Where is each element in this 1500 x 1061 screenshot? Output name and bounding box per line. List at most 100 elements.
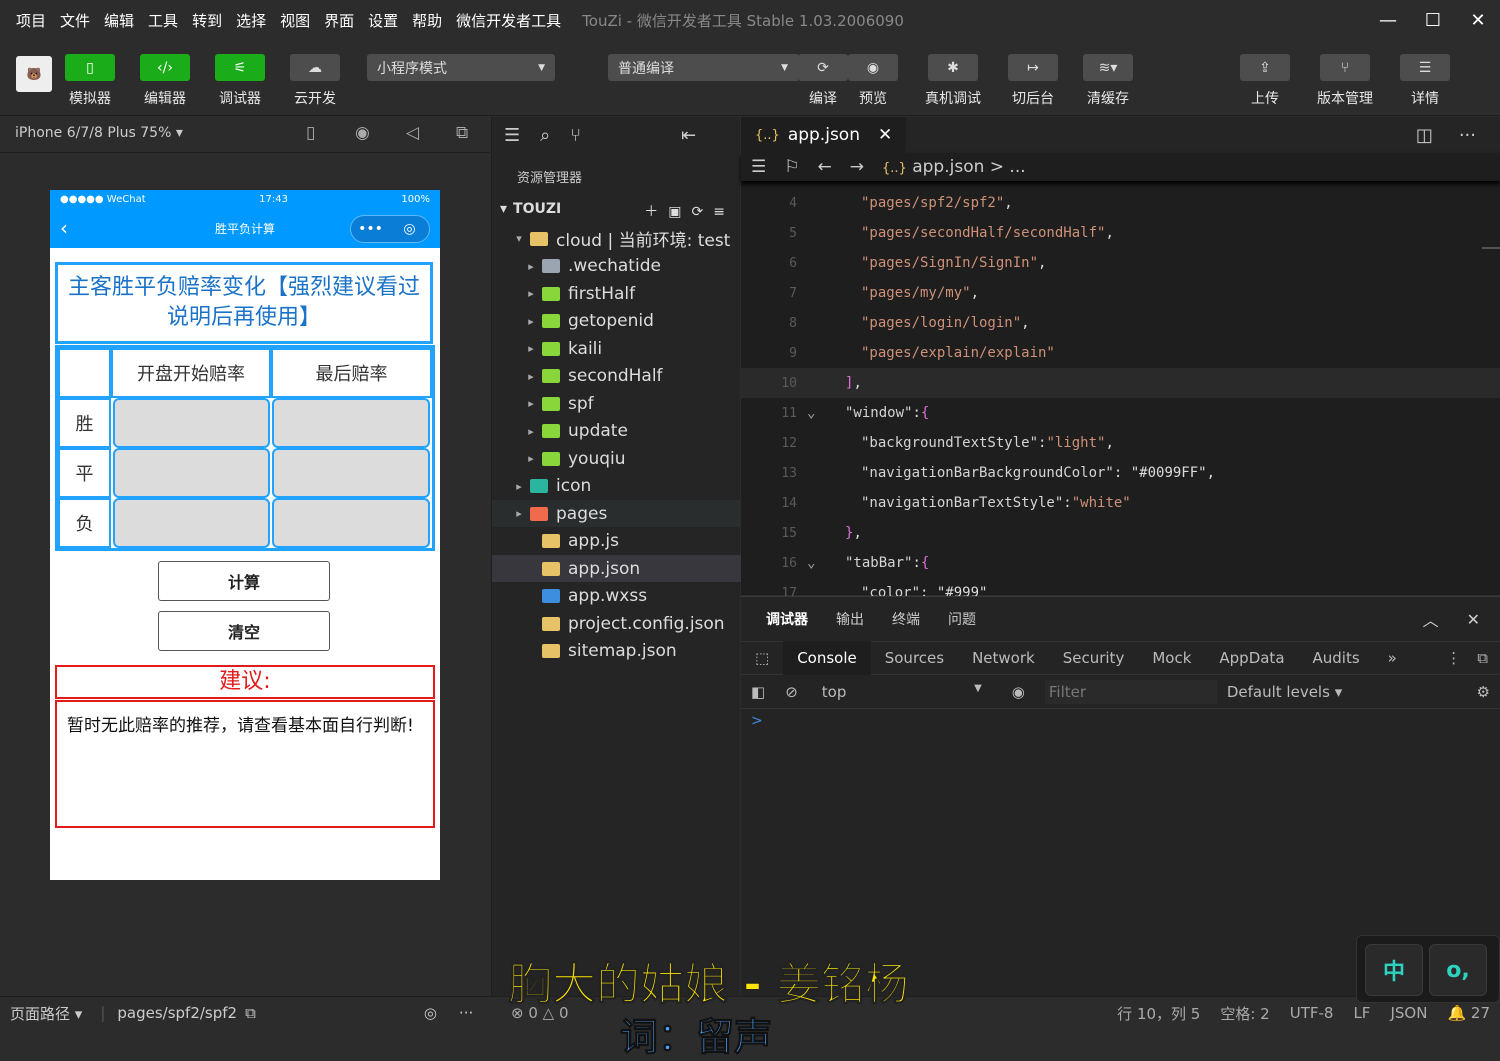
menu-edit[interactable]: 编辑	[97, 10, 141, 31]
indentation[interactable]: 空格: 2	[1220, 1003, 1269, 1024]
tree-item[interactable]: app.js	[492, 528, 741, 555]
list-icon[interactable]: ☰	[504, 125, 520, 146]
explorer-actions[interactable]: ＋▣⟳≡	[644, 201, 735, 221]
back-arrow-icon[interactable]: ‹	[60, 216, 68, 240]
tree-item[interactable]: ▸ secondHalf	[492, 363, 741, 390]
tab-sources[interactable]: Sources	[871, 641, 958, 675]
ime-chinese-key[interactable]: 中	[1365, 944, 1423, 996]
device-select[interactable]: iPhone 6/7/8 Plus 75% ▾	[15, 125, 183, 141]
back-icon[interactable]: ←	[818, 157, 832, 177]
panel-terminal[interactable]: 终端	[878, 609, 934, 629]
input-win-last[interactable]	[272, 398, 430, 448]
close-circle-icon[interactable]: ◎	[390, 216, 429, 242]
menu-ui[interactable]: 界面	[317, 10, 361, 31]
version-control-button[interactable]: ⑂	[1320, 54, 1370, 81]
language-mode[interactable]: JSON	[1390, 1004, 1427, 1022]
context-select[interactable]: top ▼	[822, 683, 982, 701]
source-control-icon[interactable]: ⑂	[570, 125, 581, 146]
panel-debugger[interactable]: 调试器	[741, 609, 822, 629]
tab-audits[interactable]: Audits	[1299, 641, 1374, 675]
menu-file[interactable]: 文件	[53, 10, 97, 31]
dock-icon[interactable]: ⧉	[1477, 649, 1500, 667]
tab-security[interactable]: Security	[1049, 641, 1139, 675]
input-lose-last[interactable]	[272, 498, 430, 548]
clear-console-icon[interactable]: ⊘	[775, 683, 808, 701]
notifications[interactable]: 🔔 27	[1447, 1004, 1490, 1022]
tree-item[interactable]: ▸ pages	[492, 500, 741, 527]
console-prompt[interactable]: >	[741, 709, 1500, 733]
menu-wechat-devtools[interactable]: 微信开发者工具	[449, 10, 568, 31]
tab-app-json[interactable]: {..} app.json ✕	[741, 117, 907, 153]
tab-appdata[interactable]: AppData	[1205, 641, 1298, 675]
eye-icon[interactable]: ◉	[1012, 683, 1025, 701]
more-dots-icon[interactable]: •••	[351, 216, 390, 242]
more-actions-icon[interactable]: ···	[1459, 125, 1476, 146]
tree-item[interactable]: ▸ spf	[492, 390, 741, 417]
volume-icon[interactable]: ◁	[406, 123, 419, 143]
forward-icon[interactable]: →	[850, 157, 864, 177]
tree-item[interactable]: ▸ getopenid	[492, 308, 741, 335]
tree-item[interactable]: ▾ cloud | 当前环境: test	[492, 225, 741, 252]
sidebar-toggle-icon[interactable]: ◧	[741, 683, 775, 701]
line-ending[interactable]: LF	[1353, 1004, 1370, 1022]
editor-toggle-button[interactable]: ‹/›	[140, 54, 190, 81]
menu-settings[interactable]: 设置	[361, 10, 405, 31]
gear-icon[interactable]: ⚙	[1477, 683, 1500, 701]
minimize-button[interactable]: —	[1366, 0, 1410, 40]
tree-item[interactable]: ▸ firstHalf	[492, 280, 741, 307]
clear-cache-button[interactable]: ≋▾	[1083, 54, 1133, 81]
tree-item[interactable]: ▸ kaili	[492, 335, 741, 362]
ime-punctuation-key[interactable]: o,	[1429, 944, 1487, 996]
breadcrumb[interactable]: app.json > ...	[912, 157, 1025, 177]
cursor-position[interactable]: 行 10，列 5	[1117, 1003, 1200, 1024]
compile-mode-select[interactable]: 普通编译 ▼	[608, 54, 798, 81]
project-root[interactable]: ▾ TOUZI ＋▣⟳≡	[500, 201, 735, 221]
fold-chevron-icon[interactable]: ⌄	[807, 555, 815, 571]
kebab-icon[interactable]: ⋮	[1446, 649, 1477, 667]
tree-item[interactable]: ▸ icon	[492, 473, 741, 500]
menu-help[interactable]: 帮助	[405, 10, 449, 31]
compile-button[interactable]: ⟳	[798, 54, 848, 81]
menu-project[interactable]: 项目	[0, 10, 53, 31]
search-icon[interactable]: ⌕	[540, 125, 550, 146]
menu-goto[interactable]: 转到	[185, 10, 229, 31]
tree-item[interactable]: ▸ youqiu	[492, 445, 741, 472]
tree-item[interactable]: ▸ .wechatide	[492, 253, 741, 280]
tree-item[interactable]: ▸ update	[492, 418, 741, 445]
page-path-select[interactable]: 页面路径 ▾	[10, 1003, 82, 1024]
clear-button[interactable]: 清空	[158, 611, 330, 651]
upload-button[interactable]: ⇪	[1240, 54, 1290, 81]
menu-select[interactable]: 选择	[229, 10, 273, 31]
close-tab-icon[interactable]: ✕	[878, 125, 892, 145]
copy-icon[interactable]: ⧉	[245, 1004, 256, 1022]
simulator-toggle-button[interactable]: ▯	[65, 54, 115, 81]
calculate-button[interactable]: 计算	[158, 561, 330, 601]
scrollbar-thumb[interactable]	[1482, 247, 1500, 249]
background-button[interactable]: ↦	[1008, 54, 1058, 81]
close-panel-icon[interactable]: ✕	[1453, 610, 1500, 629]
popout-icon[interactable]: ⧉	[456, 123, 468, 143]
menu-tools[interactable]: 工具	[141, 10, 185, 31]
inspect-icon[interactable]: ⬚	[741, 641, 783, 675]
record-icon[interactable]: ◉	[355, 123, 370, 143]
tree-item[interactable]: sitemap.json	[492, 638, 741, 665]
outline-icon[interactable]: ☰	[751, 157, 766, 177]
fold-chevron-icon[interactable]: ⌄	[807, 405, 815, 421]
remote-debug-button[interactable]: ✱	[928, 54, 978, 81]
mode-select[interactable]: 小程序模式 ▼	[367, 54, 555, 81]
cloud-dev-button[interactable]: ☁	[290, 54, 340, 81]
bookmark-icon[interactable]: ⚐	[784, 157, 799, 177]
menu-view[interactable]: 视图	[273, 10, 317, 31]
tree-item[interactable]: project.config.json	[492, 610, 741, 637]
console-filter-input[interactable]: Filter	[1044, 679, 1217, 704]
eye-icon[interactable]: ◎	[424, 1004, 437, 1022]
collapse-panel-icon[interactable]: ⇤	[681, 125, 696, 146]
preview-button[interactable]: ◉	[848, 54, 898, 81]
input-draw-last[interactable]	[272, 448, 430, 498]
tab-network[interactable]: Network	[958, 641, 1049, 675]
tab-mock[interactable]: Mock	[1138, 641, 1205, 675]
more-icon[interactable]: ···	[459, 1004, 473, 1022]
avatar[interactable]: 🐻	[16, 56, 52, 92]
close-window-button[interactable]: ✕	[1456, 0, 1500, 40]
debugger-toggle-button[interactable]: ⚟	[215, 54, 265, 81]
